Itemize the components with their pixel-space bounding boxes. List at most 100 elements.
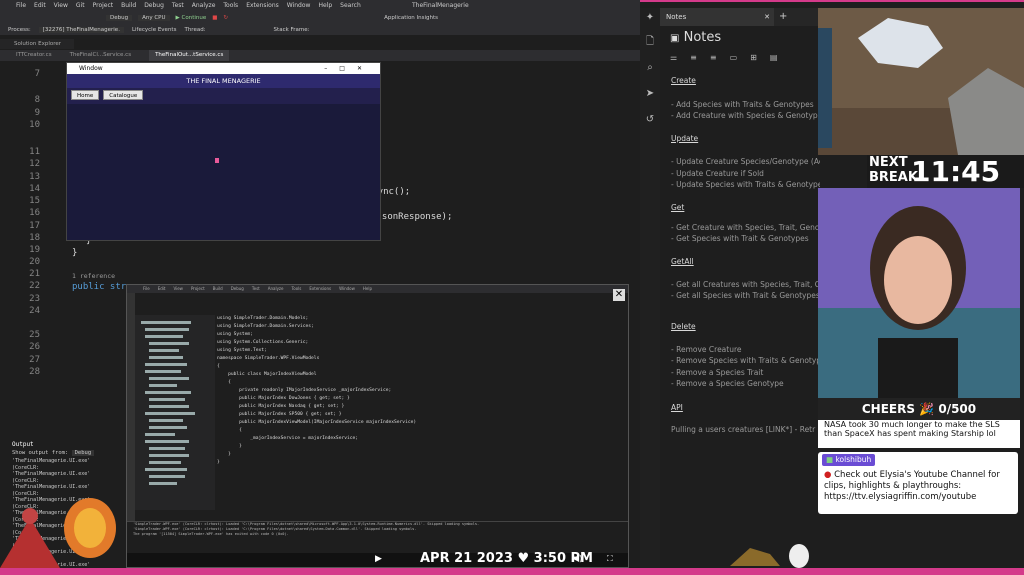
tab-ittcreator[interactable]: ITTCreator.cs xyxy=(16,50,52,61)
notes-section-heading[interactable]: Delete xyxy=(671,322,696,331)
code-line-23: public str xyxy=(72,282,127,292)
shot-code-line: using SimpleTrader.Domain.Models; xyxy=(217,316,309,321)
stream-time: 3:50 PM xyxy=(533,551,593,566)
notes-section-heading[interactable]: GetAll xyxy=(671,257,694,266)
app-nav: Home Catalogue xyxy=(67,88,380,104)
output-line: 'TheFinalMenagerie.UI.exe' (CoreCLR: xyxy=(12,458,91,471)
shot-code-line: namespace SimpleTrader.WPF.ViewModels xyxy=(217,356,320,361)
catalogue-button[interactable]: Catalogue xyxy=(103,90,144,100)
visual-studio-window: File Edit View Git Project Build Debug Test Anal… xyxy=(0,0,640,575)
stack-frame-label: Stack Frame: xyxy=(273,26,310,33)
menu-item[interactable]: Project xyxy=(93,0,114,11)
notes-toolbar[interactable]: ⚌≡≡▭⊞▤ xyxy=(670,53,810,63)
shot-code-line: private readonly IMajorIndexService _maj… xyxy=(217,388,392,393)
notes-line: - Get Species with Trait & Genotypes xyxy=(671,234,809,243)
window-controls[interactable]: –□✕ xyxy=(324,63,374,74)
vs-menu-bar: File Edit View Git Project Build Debug Test Anal… xyxy=(0,0,640,11)
menu-item[interactable]: Tools xyxy=(223,0,238,11)
line-number: 9 xyxy=(34,108,40,118)
continue-button[interactable]: ▶ Continue xyxy=(176,15,207,21)
menu-item[interactable]: Git xyxy=(76,0,85,11)
shot-side-toolbar xyxy=(127,293,135,529)
menu-item[interactable]: Window xyxy=(287,0,311,11)
line-number-gutter: 7 8 9 10 11 12 13 14 15 16 17 18 19 20 21 22 23 24 25 26 27 2… xyxy=(0,61,48,441)
chat-text: ● Check out Elysia's Youtube Channel for… xyxy=(824,470,1000,502)
close-icon[interactable]: ✕ xyxy=(613,289,625,301)
line-number: 23 xyxy=(29,294,40,304)
vs-title: TheFinalMenagerie xyxy=(412,2,469,9)
stop-icon[interactable]: ■ xyxy=(212,15,217,21)
config-select[interactable]: Debug xyxy=(106,14,133,21)
restart-icon[interactable]: ↻ xyxy=(223,15,228,21)
party-icon: 🎉 xyxy=(919,402,935,416)
file-icon[interactable]: 🗋 xyxy=(644,36,656,48)
play-icon[interactable]: ▶ xyxy=(375,554,382,564)
lifecycle-events[interactable]: Lifecycle Events xyxy=(132,27,177,33)
editor-tabs: ITTCreator.cs TheFinalCl...Service.cs Th… xyxy=(0,50,640,61)
line-number: 16 xyxy=(29,208,40,218)
notes-line: - Update Species with Traits & Genotypes… xyxy=(671,180,820,189)
chat-message: ■ kolshibuh ● Check out Elysia's Youtube… xyxy=(818,452,1018,514)
notes-line: - Remove Species with Traits & Genotyp xyxy=(671,356,820,365)
shot-code-line: using SimpleTrader.Domain.Services; xyxy=(217,324,314,329)
notes-line: - Add Creature with Species & Genotype xyxy=(671,111,820,120)
output-title: Output xyxy=(12,441,34,448)
notes-line: - Add Species with Traits & Genotypes xyxy=(671,100,814,109)
menu-item[interactable]: Help xyxy=(318,0,332,11)
line-number: 27 xyxy=(29,355,40,365)
menu-item[interactable]: Search xyxy=(340,0,361,11)
notes-line: - Remove a Species Trait xyxy=(671,368,764,377)
menu-item[interactable]: Test xyxy=(172,0,184,11)
tab-notes[interactable]: Notes ✕ xyxy=(660,8,774,26)
line-number: 13 xyxy=(29,172,40,182)
menu-item[interactable]: Analyze xyxy=(192,0,216,11)
page-icon: ▣ xyxy=(670,33,680,44)
notes-line: - Get all Species with Trait & Genotypes xyxy=(671,291,820,300)
line-number: 10 xyxy=(29,120,40,130)
new-tab-icon[interactable]: + xyxy=(779,8,787,26)
wpf-app-window: Window –□✕ THE FINAL MENAGERIE Home Cata… xyxy=(66,62,381,241)
menu-item[interactable]: Debug xyxy=(144,0,164,11)
process-select[interactable]: [32276] TheFinalMenagerie. xyxy=(38,26,124,33)
stream-frame-bottom xyxy=(0,568,1024,575)
menu-item[interactable]: Build xyxy=(121,0,136,11)
line-number: 11 xyxy=(29,147,40,157)
notes-line: - Update Creature Species/Genotype (Acci… xyxy=(671,157,820,166)
send-icon[interactable]: ➤ xyxy=(644,88,656,100)
close-tab-icon[interactable]: ✕ xyxy=(764,8,770,26)
line-number: 21 xyxy=(29,269,40,279)
line-number: 20 xyxy=(29,257,40,267)
tab-finalcl-service[interactable]: TheFinalCl...Service.cs xyxy=(70,50,131,61)
notes-section-heading[interactable]: Update xyxy=(671,134,698,143)
line-number: 26 xyxy=(29,342,40,352)
code-brace-2: } xyxy=(72,248,78,258)
tab-finalout-service[interactable]: TheFinalOut...tService.cs xyxy=(149,50,230,61)
menu-item[interactable]: View xyxy=(54,0,68,11)
notes-section-heading[interactable]: Create xyxy=(671,76,696,85)
menu-item[interactable]: Extensions xyxy=(246,0,279,11)
app-insights-button[interactable]: Application Insights xyxy=(384,15,438,21)
embedded-screenshot: File Edit View Project Build Debug Test Analyze… xyxy=(126,284,629,568)
break-time: 11:45 xyxy=(911,155,1001,188)
notes-heading: ▣ Notes xyxy=(670,30,722,45)
notes-section-heading[interactable]: Get xyxy=(671,203,684,212)
history-icon[interactable]: ↺ xyxy=(644,114,656,126)
line-number: 17 xyxy=(29,221,40,231)
cheers-goal-bar: CHEERS 🎉 0/500 xyxy=(818,398,1020,420)
menu-item[interactable]: Edit xyxy=(34,0,46,11)
line-number: 7 xyxy=(34,69,40,79)
home-button[interactable]: Home xyxy=(71,90,100,100)
platform-select[interactable]: Any CPU xyxy=(138,14,170,21)
shot-code-line: using System; xyxy=(217,332,253,337)
output-source-select[interactable]: Debug xyxy=(71,450,95,456)
notes-page: ▣ Notes ⚌≡≡▭⊞▤ Create - Add Species with … xyxy=(660,26,820,568)
chat-username: ■ kolshibuh xyxy=(822,454,876,466)
reference-count[interactable]: 1 reference xyxy=(72,272,115,280)
cursor-icon xyxy=(215,158,219,163)
notes-section-heading[interactable]: API xyxy=(671,403,683,412)
stream-date-time: APR 21 2023 ♥ 3:50 PM xyxy=(420,550,625,568)
search-icon[interactable]: ⌕ xyxy=(644,62,656,74)
menu-item[interactable]: File xyxy=(16,0,26,11)
line-number: 8 xyxy=(34,95,40,105)
solution-explorer-tab[interactable]: Solution Explorer xyxy=(0,39,74,49)
